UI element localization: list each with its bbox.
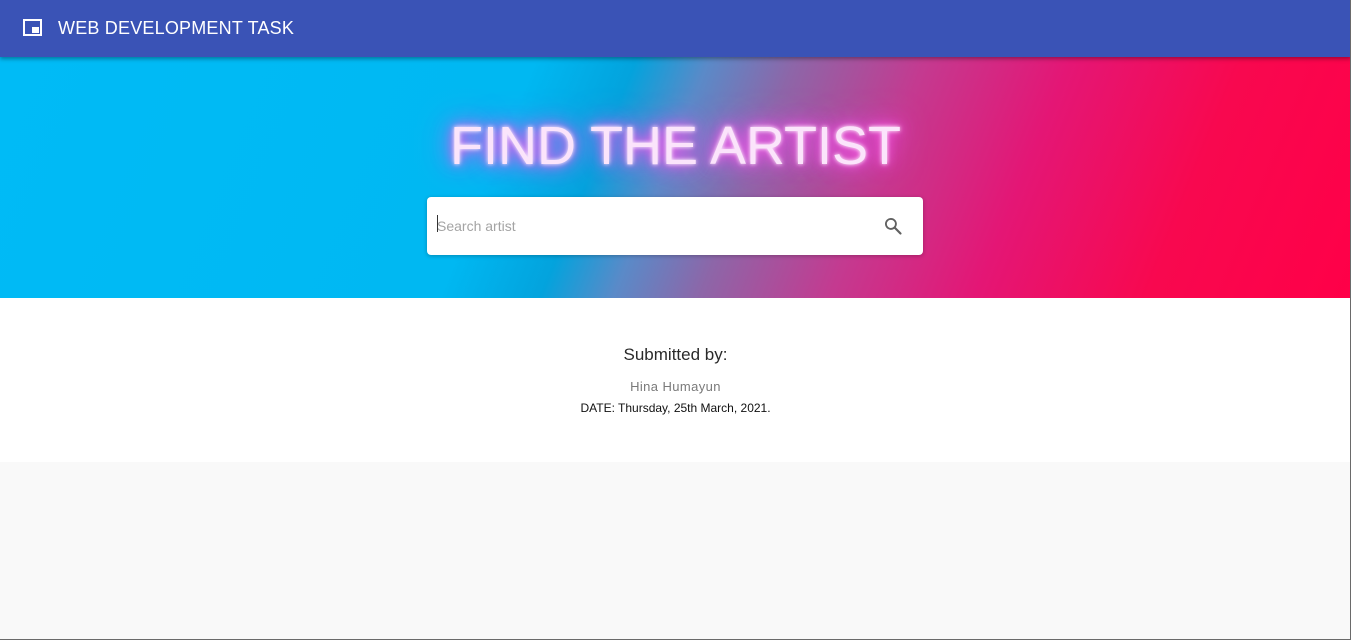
search-button[interactable] (873, 206, 913, 246)
page: WEB DEVELOPMENT TASK FIND THE ARTIST Sub… (0, 0, 1351, 640)
search-bar (427, 197, 923, 255)
hero-title: FIND THE ARTIST (449, 116, 902, 176)
submitted-by-heading: Submitted by: (623, 345, 728, 364)
search-icon (885, 218, 902, 235)
app-title: WEB DEVELOPMENT TASK (58, 18, 295, 38)
submission-date: DATE: Thursday, 25th March, 2021. (580, 401, 771, 415)
app-bar: WEB DEVELOPMENT TASK (0, 0, 1351, 57)
author-name: Hina Humayun (630, 379, 721, 394)
search-input[interactable] (437, 214, 857, 238)
hero-banner (0, 57, 1351, 298)
picture-in-picture-icon (23, 19, 42, 36)
text-cursor (437, 215, 438, 232)
